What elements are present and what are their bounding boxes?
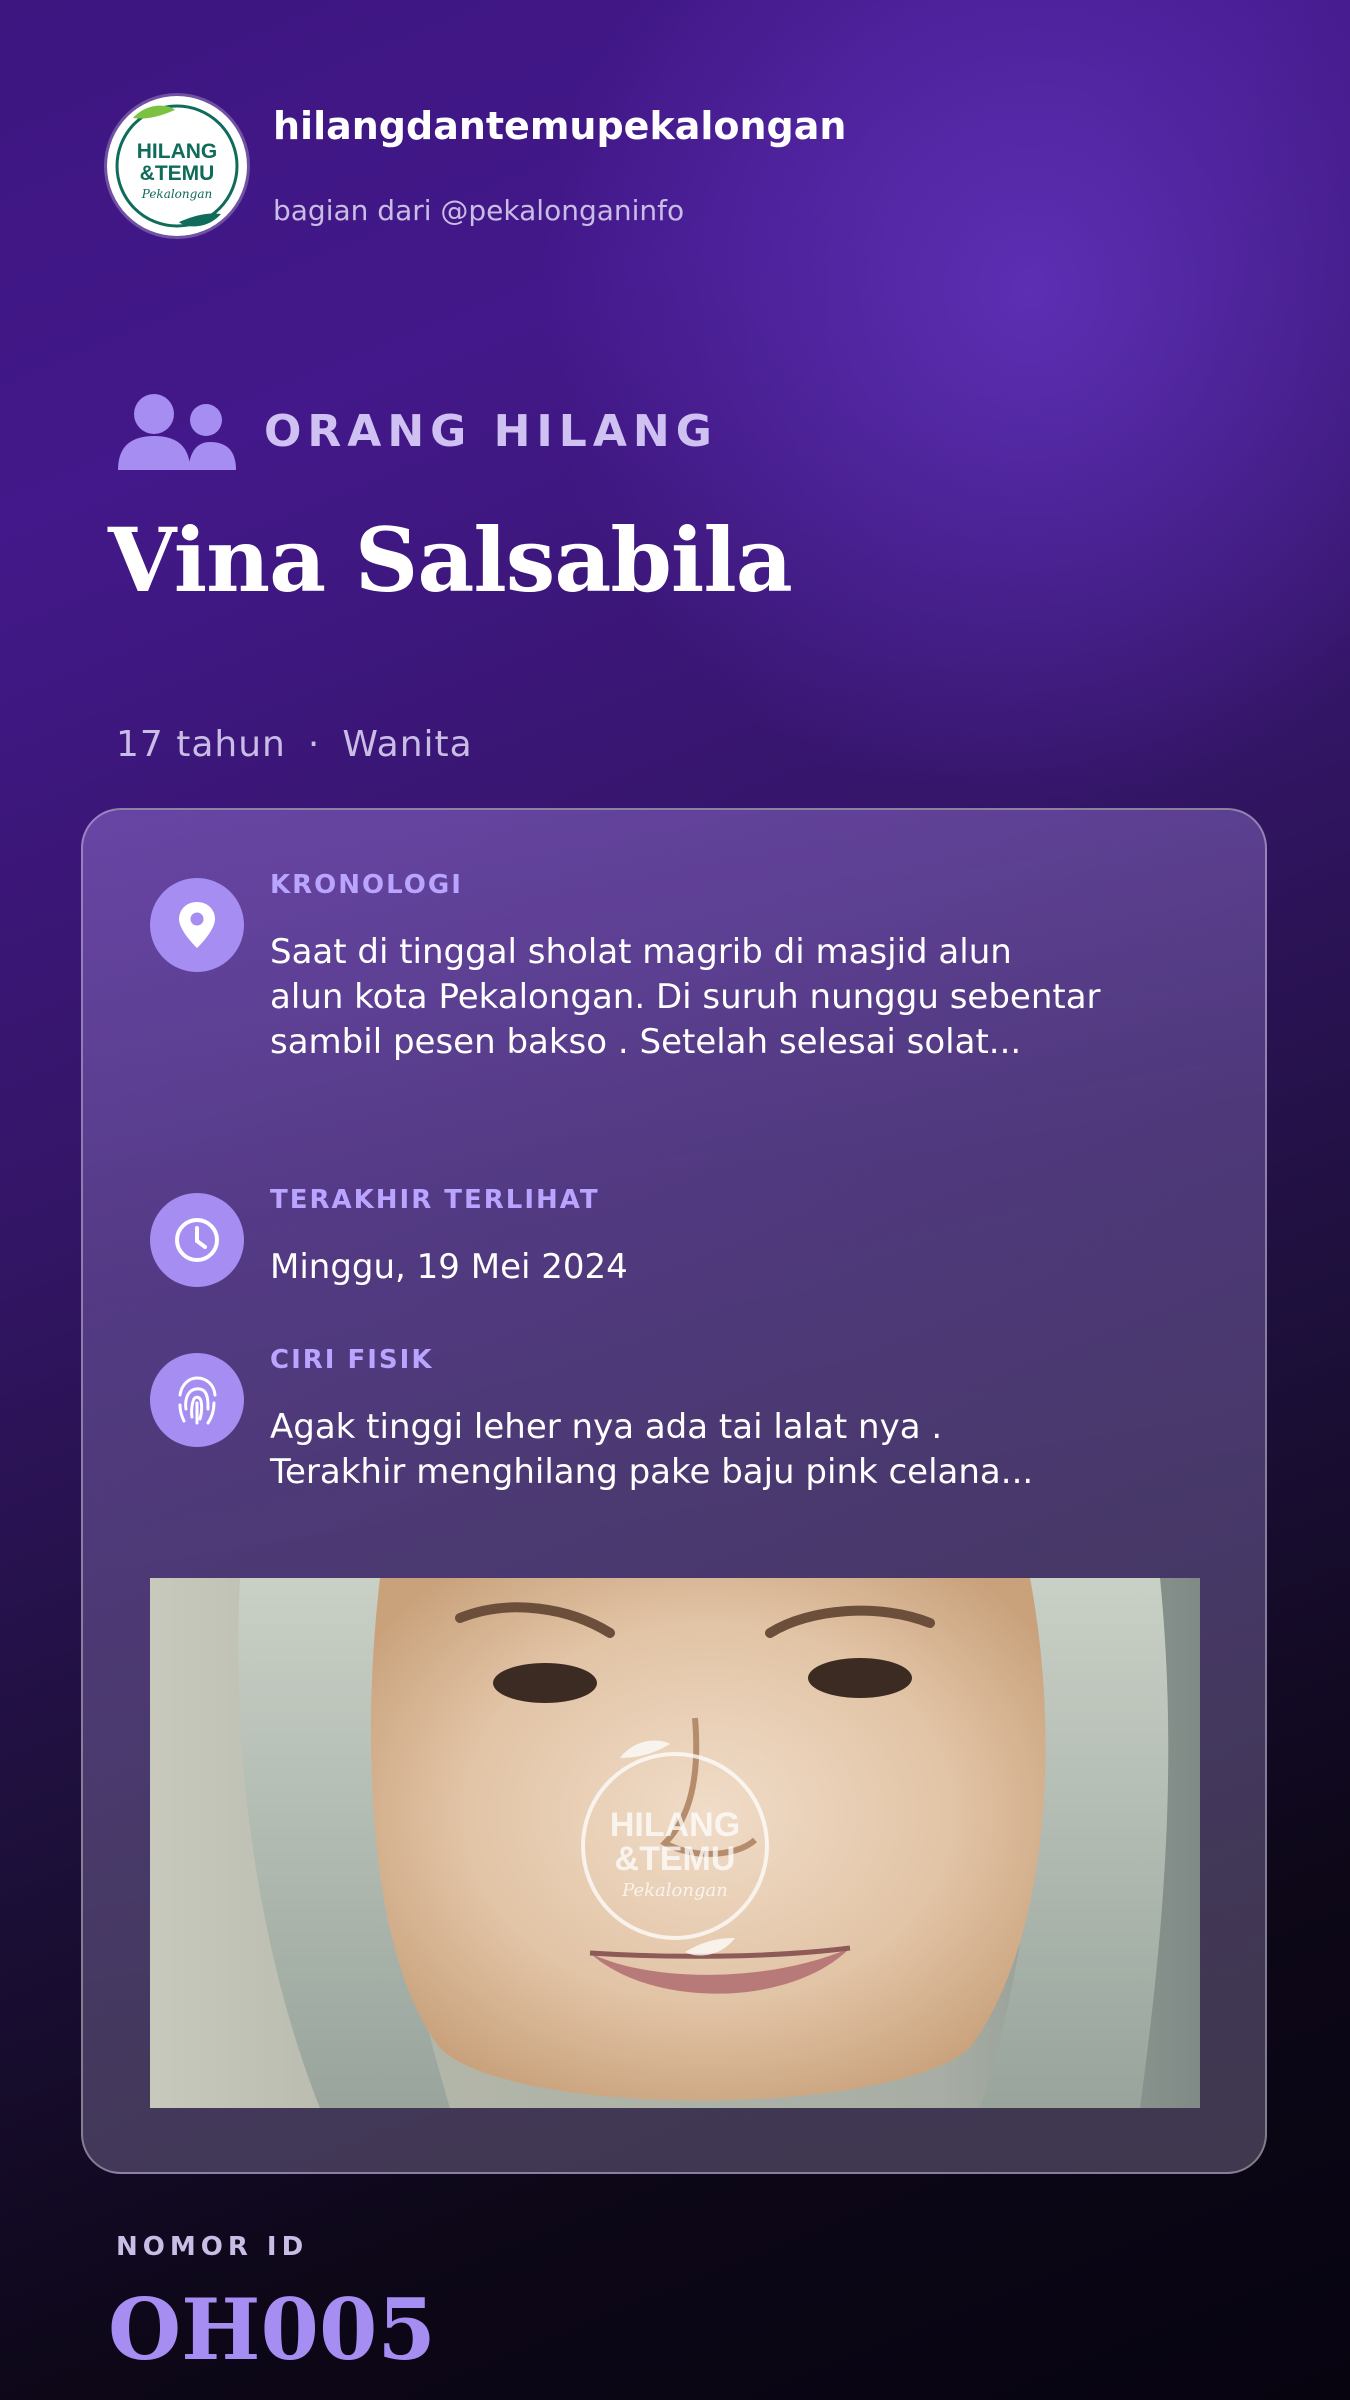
detail-text: Agak tinggi leher nya ada tai lalat nya … (270, 1407, 1034, 1492)
account-avatar[interactable]: HILANG &TEMU Pekalongan (107, 96, 247, 236)
svg-text:Pekalongan: Pekalongan (621, 1880, 728, 1901)
account-subtitle: bagian dari @pekalonganinfo (273, 194, 685, 227)
detail-text: Minggu, 19 Mei 2024 (270, 1247, 628, 1287)
id-label: NOMOR ID (116, 2232, 309, 2262)
svg-text:&TEMU: &TEMU (140, 162, 215, 185)
person-meta: 17 tahun · Wanita (116, 724, 473, 765)
users-icon (118, 394, 236, 470)
svg-text:HILANG: HILANG (610, 1806, 740, 1844)
fingerprint-icon (150, 1353, 244, 1447)
account-header: HILANG &TEMU Pekalongan hilangdantemupek… (107, 96, 1207, 240)
person-age: 17 tahun (116, 724, 286, 765)
details-card: KRONOLOGI Saat di tinggal sholat magrib … (81, 808, 1267, 2174)
id-value: OH005 (108, 2280, 436, 2379)
detail-text: Saat di tinggal sholat magrib di masjid … (270, 932, 1101, 1062)
hilang-temu-logo: HILANG &TEMU Pekalongan (115, 104, 239, 228)
person-gender: Wanita (342, 724, 473, 765)
svg-text:&TEMU: &TEMU (615, 1840, 736, 1878)
clock-icon (150, 1193, 244, 1287)
account-handle[interactable]: hilangdantemupekalongan (273, 104, 846, 148)
person-name: Vina Salsabila (108, 508, 793, 612)
person-face-image: HILANG &TEMU Pekalongan (150, 1578, 1200, 2108)
map-pin-icon (150, 878, 244, 972)
person-photo[interactable]: HILANG &TEMU Pekalongan (150, 1578, 1200, 2108)
meta-separator: · (307, 724, 321, 765)
category-label: ORANG HILANG (264, 406, 718, 457)
svg-text:HILANG: HILANG (137, 140, 218, 163)
svg-text:Pekalongan: Pekalongan (141, 187, 212, 201)
detail-title: TERAKHIR TERLIHAT (270, 1185, 600, 1215)
detail-title: CIRI FISIK (270, 1345, 434, 1375)
detail-title: KRONOLOGI (270, 870, 463, 900)
category-header: ORANG HILANG (114, 390, 814, 480)
